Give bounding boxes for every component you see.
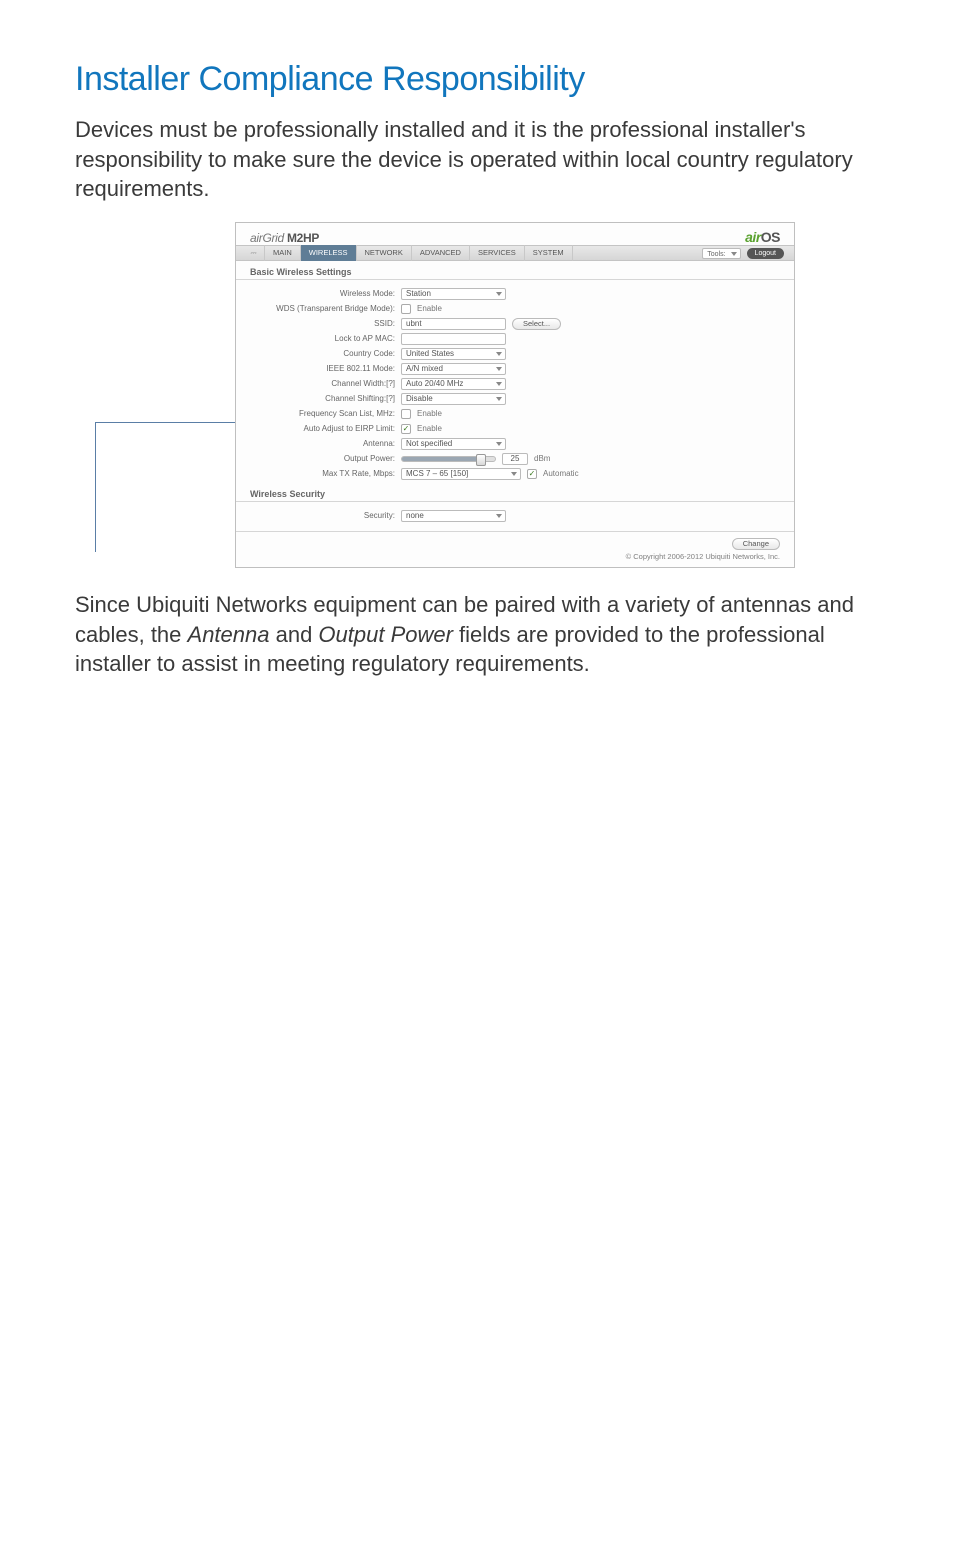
page-title: Installer Compliance Responsibility [75,60,879,99]
slider-thumb[interactable] [476,454,486,466]
security-form: Security: none [236,506,794,525]
text-freq-scan-enable: Enable [417,409,442,418]
label-channel-shifting: Channel Shifting:[?] [250,394,395,403]
label-wds: WDS (Transparent Bridge Mode): [250,304,395,313]
change-button[interactable]: Change [732,538,780,550]
select-wireless-mode[interactable]: Station [401,288,506,300]
select-security[interactable]: none [401,510,506,522]
intro-paragraph: Devices must be professionally installed… [75,115,879,204]
airos-logo: airOS [745,229,780,245]
input-output-power-value[interactable]: 25 [502,453,528,465]
logout-button[interactable]: Logout [747,248,784,259]
checkbox-wds[interactable] [401,304,411,314]
tab-bar: ⎓ MAIN WIRELESS NETWORK ADVANCED SERVICE… [236,245,794,261]
input-lock-mac[interactable] [401,333,506,345]
select-country[interactable]: United States [401,348,506,360]
product-brand: airGrid M2HP [250,231,319,245]
label-security: Security: [250,511,395,520]
unit-dbm: dBm [534,454,550,463]
tab-main[interactable]: MAIN [265,245,301,261]
brand-model: M2HP [284,231,319,245]
label-ieee: IEEE 802.11 Mode: [250,364,395,373]
label-output-power: Output Power: [250,454,395,463]
tab-wireless[interactable]: WIRELESS [301,245,357,261]
input-ssid[interactable]: ubnt [401,318,506,330]
label-wireless-mode: Wireless Mode: [250,289,395,298]
label-country: Country Code: [250,349,395,358]
select-max-tx[interactable]: MCS 7 – 65 [150] [401,468,521,480]
checkbox-max-tx-auto[interactable]: ✓ [527,469,537,479]
button-ssid-select[interactable]: Select... [512,318,561,330]
text-eirp-enable: Enable [417,424,442,433]
outro-paragraph: Since Ubiquiti Networks equipment can be… [75,590,879,679]
section-basic-wireless: Basic Wireless Settings [236,261,794,280]
checkbox-eirp[interactable]: ✓ [401,424,411,434]
screenshot-figure: airGrid M2HP airOS ⎓ MAIN WIRELESS NETWO… [75,222,879,568]
tab-advanced[interactable]: ADVANCED [412,245,470,261]
select-ieee-mode[interactable]: A/N mixed [401,363,506,375]
slider-fill [402,457,478,461]
label-eirp: Auto Adjust to EIRP Limit: [250,424,395,433]
copyright-text: © Copyright 2006-2012 Ubiquiti Networks,… [236,550,794,561]
text-max-tx-auto: Automatic [543,469,579,478]
brand-mid: Grid [262,231,283,245]
tab-system[interactable]: SYSTEM [525,245,573,261]
section-wireless-security: Wireless Security [236,483,794,502]
airos-prefix: air [745,229,761,245]
label-max-tx: Max TX Rate, Mbps: [250,469,395,478]
select-channel-width[interactable]: Auto 20/40 MHz [401,378,506,390]
tab-network[interactable]: NETWORK [357,245,412,261]
tools-dropdown[interactable]: Tools: [702,248,740,259]
text-wds-enable: Enable [417,304,442,313]
slider-output-power[interactable] [401,456,496,462]
airos-screenshot: airGrid M2HP airOS ⎓ MAIN WIRELESS NETWO… [235,222,795,568]
label-channel-width: Channel Width:[?] [250,379,395,388]
tab-services[interactable]: SERVICES [470,245,525,261]
tab-icon[interactable]: ⎓ [246,245,265,261]
label-antenna: Antenna: [250,439,395,448]
outro-output-power-term: Output Power [318,622,453,647]
label-ssid: SSID: [250,319,395,328]
toolbar-right: Tools: Logout [702,248,784,259]
label-lock-mac: Lock to AP MAC: [250,334,395,343]
footer-row: Change [236,531,794,550]
callout-connector-vertical [95,422,96,552]
basic-wireless-form: Wireless Mode: Station WDS (Transparent … [236,284,794,483]
checkbox-freq-scan[interactable] [401,409,411,419]
outro-antenna-term: Antenna [188,622,270,647]
select-channel-shifting[interactable]: Disable [401,393,506,405]
select-antenna[interactable]: Not specified [401,438,506,450]
label-freq-scan: Frequency Scan List, MHz: [250,409,395,418]
brand-prefix: air [250,231,262,245]
airos-os: OS [761,229,780,245]
outro-p2: and [269,622,318,647]
screenshot-header: airGrid M2HP airOS [236,223,794,245]
